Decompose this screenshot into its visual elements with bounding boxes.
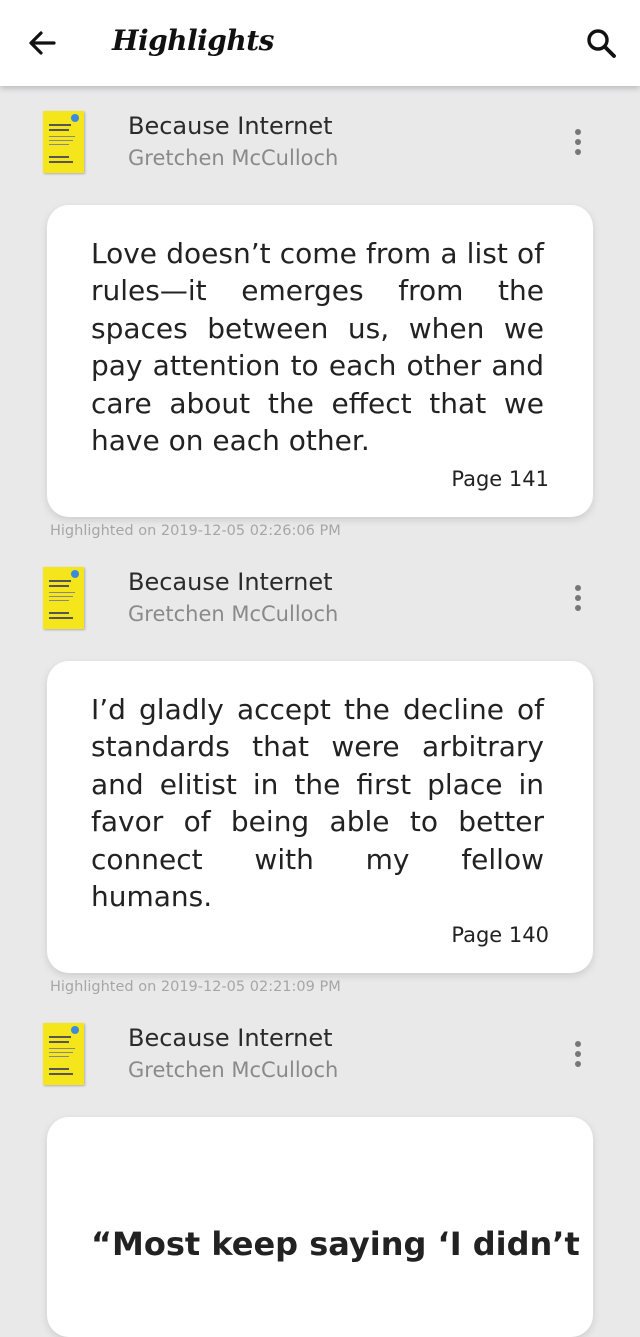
book-title[interactable]: Because Internet (128, 1024, 333, 1052)
highlight-quote: I’d gladly accept the decline of standar… (91, 693, 544, 914)
search-button[interactable] (580, 22, 624, 64)
book-title[interactable]: Because Internet (128, 568, 333, 596)
more-options-button[interactable] (562, 1036, 594, 1072)
highlight-quote: “Most keep saying ‘I didn’t (91, 1225, 580, 1263)
highlight-date: Highlighted on 2019-12-05 02:21:09 PM (50, 979, 341, 995)
more-options-button[interactable] (562, 580, 594, 616)
app-bar: Highlights (0, 0, 640, 86)
book-title[interactable]: Because Internet (128, 112, 333, 140)
highlight-card[interactable]: “Most keep saying ‘I didn’t (47, 1117, 593, 1337)
book-cover[interactable] (43, 567, 84, 629)
search-icon (587, 29, 616, 58)
book-cover[interactable] (43, 111, 84, 173)
book-cover[interactable] (43, 1023, 84, 1085)
highlight-card[interactable]: Love doesn’t come from a list of rules—i… (47, 205, 593, 517)
highlight-quote: Love doesn’t come from a list of rules—i… (91, 237, 544, 458)
book-author: Gretchen McCulloch (128, 1058, 339, 1082)
highlight-date: Highlighted on 2019-12-05 02:26:06 PM (50, 523, 341, 539)
page-number: Page 140 (451, 923, 549, 947)
more-options-button[interactable] (562, 124, 594, 160)
book-author: Gretchen McCulloch (128, 602, 339, 626)
page-title: Highlights (112, 24, 274, 57)
page-number: Page 141 (451, 467, 549, 491)
highlight-card[interactable]: I’d gladly accept the decline of standar… (47, 661, 593, 973)
book-author: Gretchen McCulloch (128, 146, 339, 170)
back-button[interactable] (22, 22, 64, 64)
arrow-left-icon (29, 31, 56, 55)
